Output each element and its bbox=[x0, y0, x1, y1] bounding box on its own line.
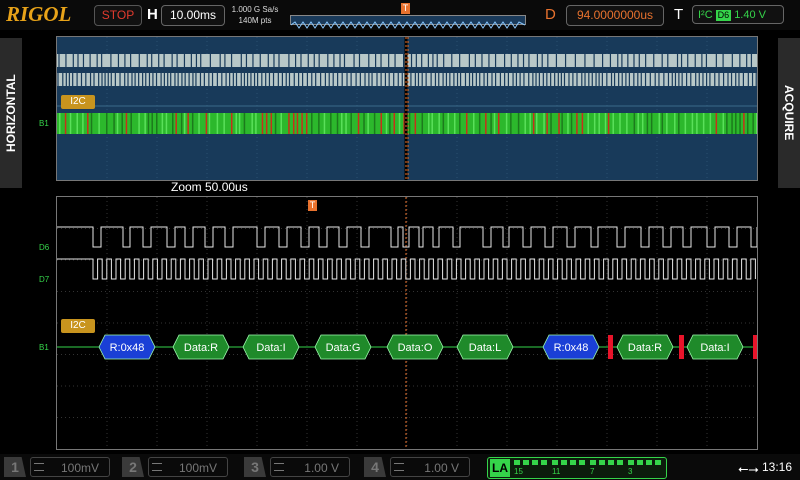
i2c-packet[interactable]: Data:R bbox=[172, 334, 230, 360]
channel-3-number: 3 bbox=[244, 457, 266, 477]
acquire-menu-tab[interactable]: ACQUIRE bbox=[778, 38, 800, 188]
la-num-3: 3 bbox=[628, 467, 633, 476]
i2c-error-marker bbox=[753, 335, 758, 359]
horizontal-menu-tab[interactable]: HORIZONTAL bbox=[0, 38, 22, 188]
i2c-packet[interactable]: Data:O bbox=[386, 334, 444, 360]
d7-waveform bbox=[57, 258, 756, 280]
trigger-type: I²C bbox=[698, 9, 713, 21]
sample-rate: 1.000 G Sa/s bbox=[231, 5, 279, 14]
run-stop-status[interactable]: STOP bbox=[94, 5, 142, 26]
i2c-packet[interactable]: Data:G bbox=[314, 334, 372, 360]
channel-3-button[interactable]: 3 1.00 V bbox=[244, 457, 354, 477]
i2c-packet-text: Data:I bbox=[700, 342, 729, 354]
zoom-trigger-marker[interactable]: T bbox=[308, 200, 317, 211]
i2c-decode-packets: R:0x48 Data:R Data:I Data:G Data:O Data:L R:0x… bbox=[98, 334, 758, 360]
timebase-value[interactable]: 10.00ms bbox=[161, 5, 225, 26]
dc-coupling-icon bbox=[34, 463, 44, 471]
delay-value[interactable]: 94.0000000us bbox=[566, 5, 664, 26]
trigger-label: T bbox=[674, 6, 684, 23]
d7-channel-label: D7 bbox=[39, 275, 50, 284]
main-overview-window[interactable]: I2C B1 bbox=[39, 36, 758, 181]
dc-coupling-icon bbox=[274, 463, 284, 471]
i2c-packet-text: Data:L bbox=[469, 342, 501, 354]
i2c-packet-text: Data:R bbox=[184, 342, 218, 354]
i2c-packet[interactable]: R:0x48 bbox=[542, 334, 600, 360]
logic-analyzer-button[interactable]: LA 15 11 7 3 bbox=[487, 457, 667, 479]
trigger-settings[interactable]: I²C D6 1.40 V bbox=[692, 5, 784, 24]
i2c-packet-text: Data:G bbox=[326, 342, 361, 354]
trigger-source: D6 bbox=[715, 10, 732, 21]
status-bar: RIGOL STOP H 10.00ms 1.000 G Sa/s 140M p… bbox=[0, 0, 800, 30]
la-channel-indicators bbox=[514, 460, 661, 465]
channel-1-button[interactable]: 1 100mV bbox=[4, 457, 114, 477]
channel-4-button[interactable]: 4 1.00 V bbox=[364, 457, 474, 477]
i2c-packet[interactable]: Data:R bbox=[616, 334, 674, 360]
zoom-bus-label: I2C bbox=[61, 319, 95, 333]
delay-label: D bbox=[545, 6, 556, 23]
zoom-bus-channel: B1 bbox=[39, 343, 49, 352]
i2c-error-marker bbox=[679, 335, 684, 359]
i2c-packet-text: Data:R bbox=[628, 342, 662, 354]
dc-coupling-icon bbox=[394, 463, 404, 471]
la-label: LA bbox=[490, 459, 510, 477]
zoom-grid bbox=[57, 197, 757, 449]
channel-2-button[interactable]: 2 100mV bbox=[122, 457, 232, 477]
overview-bus-channel: B1 bbox=[39, 119, 49, 128]
zoom-waveforms: R:0x48 Data:R Data:I Data:G Data:O Data:L R:0x… bbox=[57, 197, 758, 449]
i2c-packet-text: Data:I bbox=[256, 342, 285, 354]
memory-overview-strip bbox=[290, 15, 526, 29]
i2c-packet-text: R:0x48 bbox=[554, 342, 589, 354]
overview-bus-label: I2C bbox=[61, 95, 95, 109]
i2c-packet-text: Data:O bbox=[398, 342, 433, 354]
channel-4-number: 4 bbox=[364, 457, 386, 477]
trigger-level: 1.40 V bbox=[734, 9, 766, 21]
usb-icon: ⭠⭢ bbox=[738, 461, 759, 476]
trigger-position-marker[interactable]: T bbox=[401, 3, 410, 14]
i2c-packet[interactable]: R:0x48 bbox=[98, 334, 156, 360]
i2c-packet-text: R:0x48 bbox=[110, 342, 145, 354]
memory-waveform bbox=[290, 21, 526, 29]
horizontal-label: H bbox=[147, 6, 158, 23]
i2c-packet[interactable]: Data:L bbox=[456, 334, 514, 360]
la-num-15: 15 bbox=[514, 467, 523, 476]
memory-depth: 140M pts bbox=[238, 16, 272, 25]
zoom-window[interactable]: R:0x48 Data:R Data:I Data:G Data:O Data:L R:0x… bbox=[39, 196, 758, 450]
channel-bar: 1 100mV 2 100mV 3 1.00 V 4 1.00 V LA 15 … bbox=[0, 454, 800, 480]
dc-coupling-icon bbox=[152, 463, 162, 471]
acquisition-info: 1.000 G Sa/s 140M pts bbox=[230, 4, 280, 26]
d6-channel-label: D6 bbox=[39, 243, 50, 252]
system-clock: 13:16 bbox=[762, 460, 793, 474]
channel-2-number: 2 bbox=[122, 457, 144, 477]
i2c-packet[interactable]: Data:I bbox=[242, 334, 300, 360]
brand-logo: RIGOL bbox=[6, 2, 72, 26]
la-num-11: 11 bbox=[552, 467, 561, 476]
channel-1-number: 1 bbox=[4, 457, 26, 477]
i2c-packet[interactable]: Data:I bbox=[686, 334, 744, 360]
overview-waveforms bbox=[57, 37, 758, 180]
la-num-7: 7 bbox=[590, 467, 595, 476]
zoom-timebase-label: Zoom 50.00us bbox=[171, 180, 248, 194]
i2c-error-marker bbox=[608, 335, 613, 359]
